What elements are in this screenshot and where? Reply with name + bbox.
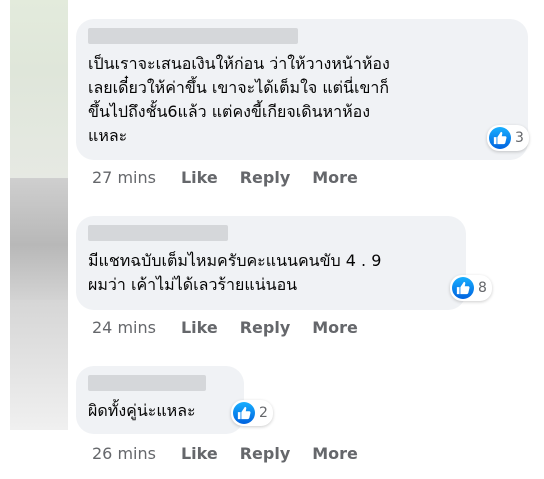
reply-button[interactable]: Reply xyxy=(240,318,291,337)
comment-text: เป็นเราจะเสนอเงินให้ก่อน ว่าให้วางหน้าห้… xyxy=(88,54,390,145)
comment-actions: 26 mins Like Reply More xyxy=(92,444,380,463)
comment-actions: 27 mins Like Reply More xyxy=(92,168,380,187)
avatar[interactable] xyxy=(10,300,68,430)
comment: ผิดทั้งคู่น่ะแหละ 2 xyxy=(76,366,273,434)
more-button[interactable]: More xyxy=(312,318,358,337)
comment-bubble: มีแชทฉบับเต็มไหมครับคะแนนคนขับ 4 . 9 ผมว… xyxy=(76,216,492,310)
commenter-name-redacted[interactable] xyxy=(88,375,206,391)
timestamp[interactable]: 27 mins xyxy=(92,168,156,187)
comment-bubble: เป็นเราจะเสนอเงินให้ก่อน ว่าให้วางหน้าห้… xyxy=(76,19,529,160)
more-button[interactable]: More xyxy=(312,168,358,187)
like-button[interactable]: Like xyxy=(181,318,218,337)
reaction-summary[interactable]: 2 xyxy=(231,400,273,426)
commenter-name-redacted[interactable] xyxy=(88,28,298,44)
more-button[interactable]: More xyxy=(312,444,358,463)
avatar[interactable] xyxy=(10,0,68,178)
like-icon xyxy=(452,277,474,299)
like-icon xyxy=(489,127,511,149)
avatar[interactable] xyxy=(10,178,68,300)
commenter-name-redacted[interactable] xyxy=(88,225,228,241)
reply-button[interactable]: Reply xyxy=(240,168,291,187)
reaction-summary[interactable]: 8 xyxy=(450,275,492,301)
comment: เป็นเราจะเสนอเงินให้ก่อน ว่าให้วางหน้าห้… xyxy=(76,19,529,160)
like-button[interactable]: Like xyxy=(181,168,218,187)
comment-text: ผิดทั้งคู่น่ะแหละ xyxy=(88,401,196,420)
reply-button[interactable]: Reply xyxy=(240,444,291,463)
like-button[interactable]: Like xyxy=(181,444,218,463)
comment-bubble: ผิดทั้งคู่น่ะแหละ 2 xyxy=(76,366,273,434)
comment-actions: 24 mins Like Reply More xyxy=(92,318,380,337)
reaction-count: 8 xyxy=(478,280,487,296)
timestamp[interactable]: 24 mins xyxy=(92,318,156,337)
reaction-count: 3 xyxy=(515,130,524,146)
comment: มีแชทฉบับเต็มไหมครับคะแนนคนขับ 4 . 9 ผมว… xyxy=(76,216,492,310)
reaction-count: 2 xyxy=(259,405,268,421)
timestamp[interactable]: 26 mins xyxy=(92,444,156,463)
comment-text: มีแชทฉบับเต็มไหมครับคะแนนคนขับ 4 . 9 ผมว… xyxy=(88,251,382,294)
like-icon xyxy=(233,402,255,424)
comment-thread: เป็นเราจะเสนอเงินให้ก่อน ว่าให้วางหน้าห้… xyxy=(0,0,544,479)
reaction-summary[interactable]: 3 xyxy=(487,125,529,151)
